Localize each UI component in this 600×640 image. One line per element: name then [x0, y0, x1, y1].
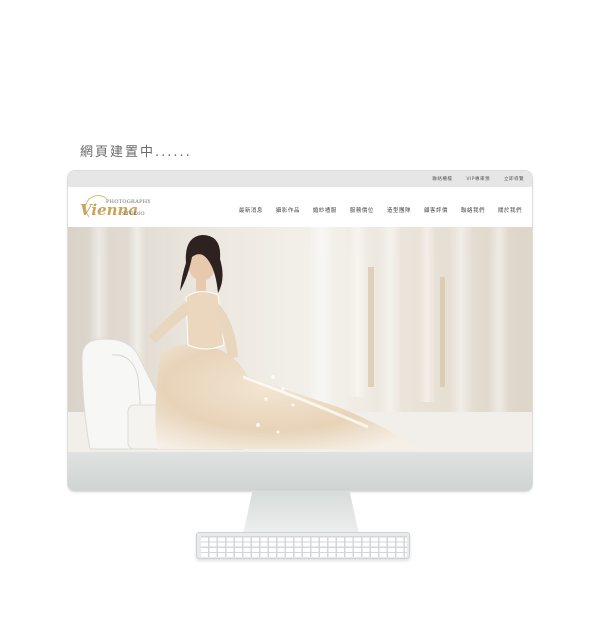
monitor-chin [68, 452, 532, 491]
hero-image [68, 227, 532, 452]
topbar-link-contact[interactable]: 聯絡櫃檯 [432, 176, 452, 182]
main-menu: 最新消息 攝影作品 婚紗禮服 服務價位 造型團隊 顧客評價 聯絡我們 關於我們 [239, 206, 522, 214]
hero-bride-illustration [68, 227, 532, 452]
nav-item-contact[interactable]: 聯絡我們 [461, 206, 485, 214]
website-navbar: Vienna PHOTOGRAPHY STUDIO 最新消息 攝影作品 婚紗禮服… [68, 187, 532, 227]
topbar-link-vip[interactable]: VIP專車預 [466, 176, 490, 182]
nav-item-reviews[interactable]: 顧客評價 [424, 206, 448, 214]
nav-item-styling[interactable]: 造型團隊 [387, 206, 411, 214]
website-screen: 聯絡櫃檯 VIP專車預 立即導覽 Vienna PHOTOGRAPHY STUD… [68, 171, 532, 452]
keyboard [196, 532, 410, 559]
nav-item-gowns[interactable]: 婚紗禮服 [313, 206, 337, 214]
nav-item-portfolio[interactable]: 攝影作品 [276, 206, 300, 214]
studio-logo[interactable]: Vienna PHOTOGRAPHY STUDIO [80, 195, 160, 221]
nav-item-news[interactable]: 最新消息 [239, 206, 263, 214]
logo-line2: STUDIO [122, 211, 145, 217]
monitor-stand [243, 492, 359, 534]
topbar-link-tour[interactable]: 立即導覽 [504, 176, 524, 182]
nav-item-about[interactable]: 關於我們 [498, 206, 522, 214]
page-headline: 網頁建置中...... [80, 145, 192, 160]
nav-item-pricing[interactable]: 服務價位 [350, 206, 374, 214]
website-topbar: 聯絡櫃檯 VIP專車預 立即導覽 [68, 171, 532, 187]
imac-monitor: 聯絡櫃檯 VIP專車預 立即導覽 Vienna PHOTOGRAPHY STUD… [67, 170, 533, 492]
keyboard-key-rows [201, 536, 407, 557]
logo-line1: PHOTOGRAPHY [106, 199, 151, 205]
